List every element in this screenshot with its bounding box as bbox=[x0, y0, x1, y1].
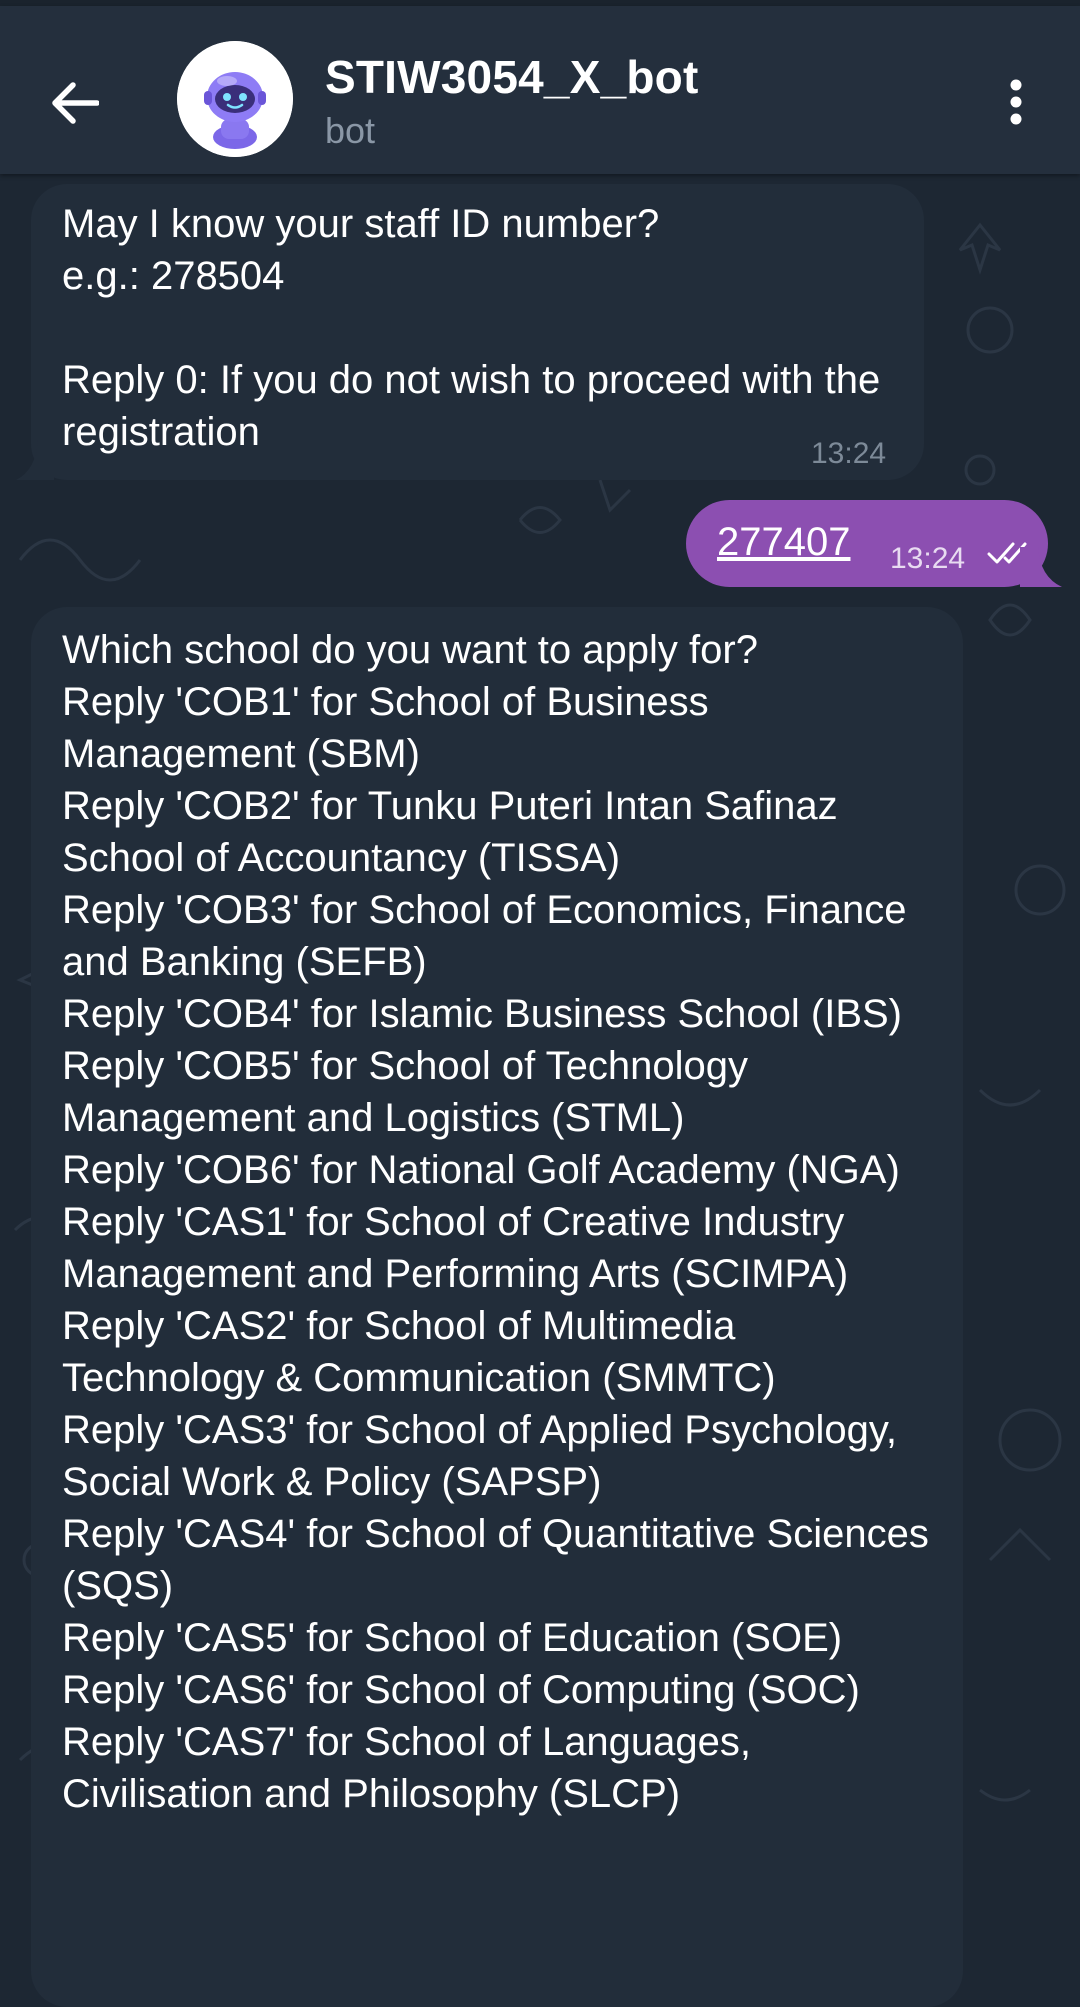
message-time: 13:24 bbox=[811, 437, 887, 470]
robot-avatar-icon bbox=[177, 41, 293, 157]
message-tail bbox=[16, 440, 54, 480]
chat-header: STIW3054_X_bot bot bbox=[0, 6, 1080, 174]
message-text[interactable]: 277407 bbox=[717, 520, 850, 565]
chat-title[interactable]: STIW3054_X_bot bbox=[325, 50, 698, 104]
incoming-message[interactable]: May I know your staff ID number? e.g.: 2… bbox=[31, 184, 924, 480]
message-time: 13:24 bbox=[890, 542, 966, 575]
avatar[interactable] bbox=[177, 41, 293, 157]
message-text: Which school do you want to apply for? R… bbox=[62, 628, 929, 1816]
outgoing-message[interactable]: 277407 13:24 bbox=[686, 500, 1048, 587]
message-tail bbox=[1020, 547, 1062, 587]
more-vertical-icon bbox=[1010, 79, 1022, 125]
back-button[interactable] bbox=[36, 58, 114, 148]
menu-button[interactable] bbox=[996, 62, 1036, 142]
message-text: May I know your staff ID number? e.g.: 2… bbox=[62, 202, 881, 454]
arrow-left-icon bbox=[52, 82, 99, 124]
chat-subtitle: bot bbox=[325, 110, 376, 151]
incoming-message[interactable]: Which school do you want to apply for? R… bbox=[31, 607, 963, 2007]
